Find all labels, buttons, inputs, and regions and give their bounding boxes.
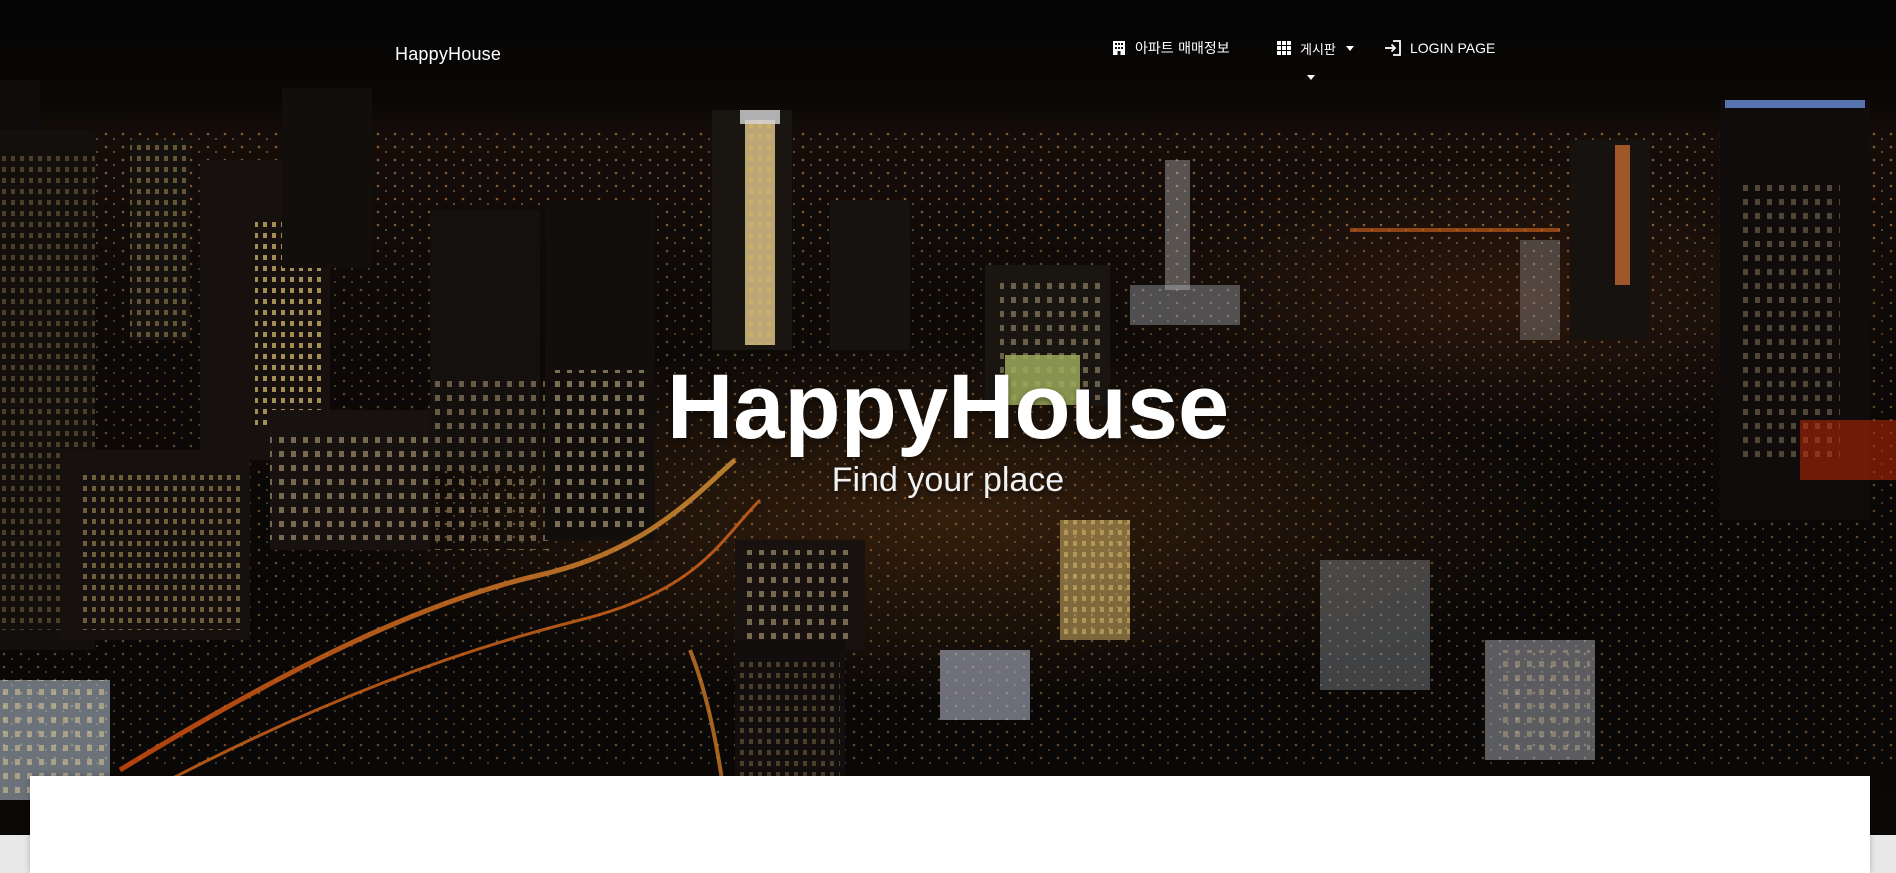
nav-login-page[interactable]: LOGIN PAGE <box>1384 36 1495 60</box>
navbar: HappyHouse 아파트 매매정보 게시판 LOGIN PAGE <box>0 0 1896 100</box>
main-content-card <box>30 776 1870 873</box>
chevron-down-icon <box>1345 45 1354 51</box>
nav-login-label: LOGIN PAGE <box>1410 40 1496 56</box>
building-icon <box>1111 40 1127 56</box>
dropdown-caret-icon[interactable] <box>1307 75 1315 80</box>
hero-title: HappyHouse <box>666 356 1230 458</box>
brand-logo[interactable]: HappyHouse <box>395 44 501 65</box>
nav-apartment-info-label: 아파트 매매정보 <box>1135 41 1230 57</box>
login-icon <box>1384 40 1402 56</box>
nav-board-label: 게시판 <box>1300 42 1336 58</box>
hero-subtitle: Find your place <box>831 461 1065 499</box>
nav-apartment-info[interactable]: 아파트 매매정보 <box>1111 36 1230 60</box>
nav-board-dropdown[interactable]: 게시판 <box>1276 36 1354 60</box>
grid-icon <box>1276 40 1292 56</box>
